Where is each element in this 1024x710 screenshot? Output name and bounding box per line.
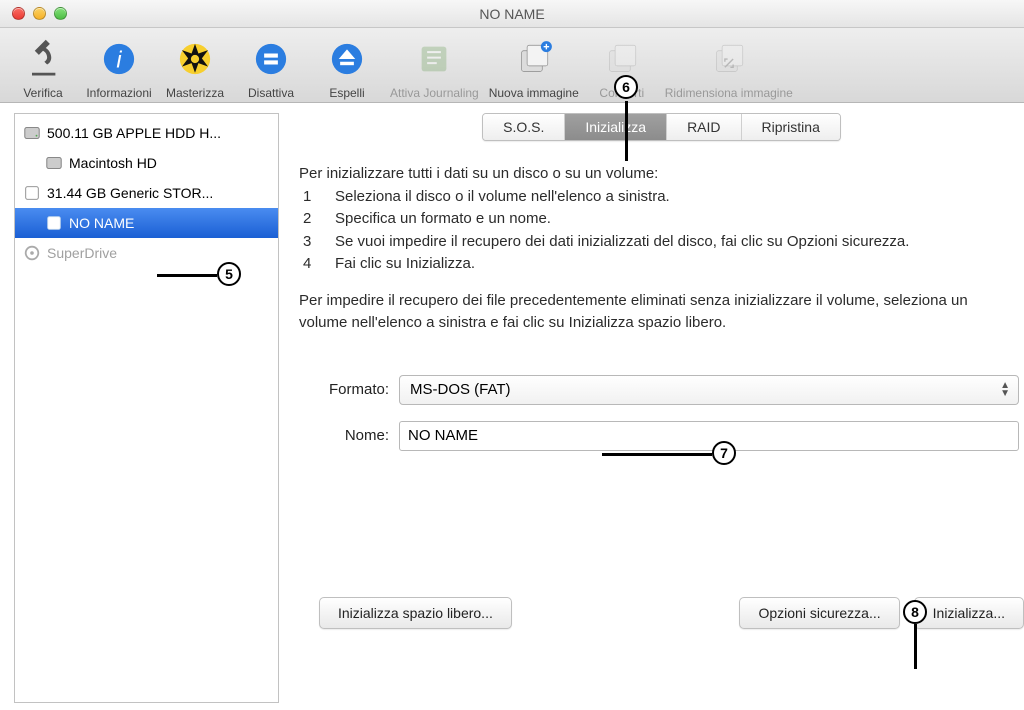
erase-free-space-button[interactable]: Inizializza spazio libero... (319, 597, 512, 629)
sidebar-item-label: 31.44 GB Generic STOR... (47, 185, 213, 201)
sidebar-item-label: NO NAME (69, 215, 134, 231)
external-drive-icon (23, 184, 41, 202)
tab-raid[interactable]: RAID (667, 114, 741, 140)
sidebar-item-label: Macintosh HD (69, 155, 157, 171)
burn-icon (170, 34, 220, 84)
sidebar-item-external[interactable]: 31.44 GB Generic STOR... (15, 178, 278, 208)
sidebar-item-no-name[interactable]: NO NAME (15, 208, 278, 238)
hdd-icon (45, 154, 63, 172)
annotation-5: 5 (217, 262, 241, 286)
instructions-text: Per inizializzare tutti i dati su un dis… (299, 163, 1024, 335)
hdd-icon (23, 124, 41, 142)
tab-restore[interactable]: Ripristina (742, 114, 840, 140)
chevron-updown-icon: ▲▼ (1000, 382, 1010, 398)
toolbar-resize-image: Ridimensiona immagine (665, 34, 793, 100)
titlebar: NO NAME (0, 0, 1024, 28)
toolbar-burn[interactable]: Masterizza (162, 34, 228, 100)
volume-icon (45, 214, 63, 232)
journal-icon (409, 34, 459, 84)
unmount-icon (246, 34, 296, 84)
toolbar-unmount[interactable]: Disattiva (238, 34, 304, 100)
svg-text:i: i (116, 46, 122, 72)
annotation-8: 8 (903, 600, 927, 624)
toolbar-label: Nuova immagine (489, 86, 579, 100)
toolbar-label: Masterizza (166, 86, 224, 100)
sidebar-item-disk[interactable]: 500.11 GB APPLE HDD H... (15, 118, 278, 148)
format-select[interactable]: MS-DOS (FAT) ▲▼ (399, 375, 1019, 405)
toolbar-verify[interactable]: Verifica (10, 34, 76, 100)
name-input[interactable] (399, 421, 1019, 451)
tab-bar: S.O.S. Inizializza RAID Ripristina (482, 113, 841, 141)
optical-drive-icon (23, 244, 41, 262)
toolbar: Verifica i Informazioni Masterizza Disat… (0, 28, 1024, 103)
annotation-7: 7 (712, 441, 736, 465)
instructions-note: Per impedire il recupero dei file preced… (299, 290, 1016, 335)
sidebar-item-superdrive: SuperDrive (15, 238, 278, 268)
toolbar-label: Disattiva (248, 86, 294, 100)
format-label: Formato: (299, 381, 389, 398)
format-value: MS-DOS (FAT) (410, 381, 511, 398)
erase-button[interactable]: Inizializza... (914, 597, 1024, 629)
toolbar-label: Ridimensiona immagine (665, 86, 793, 100)
device-sidebar: 500.11 GB APPLE HDD H... Macintosh HD 31… (14, 113, 279, 703)
eject-icon (322, 34, 372, 84)
info-icon: i (94, 34, 144, 84)
annotation-6: 6 (614, 75, 638, 99)
name-label: Nome: (299, 427, 389, 444)
new-image-icon (509, 34, 559, 84)
sidebar-item-volume[interactable]: Macintosh HD (15, 148, 278, 178)
toolbar-label: Verifica (23, 86, 62, 100)
toolbar-label: Attiva Journaling (390, 86, 479, 100)
sidebar-item-label: SuperDrive (47, 245, 117, 261)
sidebar-item-label: 500.11 GB APPLE HDD H... (47, 125, 221, 141)
toolbar-eject[interactable]: Espelli (314, 34, 380, 100)
toolbar-label: Espelli (329, 86, 364, 100)
toolbar-journaling: Attiva Journaling (390, 34, 479, 100)
instructions-intro: Per inizializzare tutti i dati su un dis… (299, 163, 1016, 186)
resize-icon (704, 34, 754, 84)
window-title: NO NAME (0, 6, 1024, 22)
tab-initialize[interactable]: Inizializza (565, 114, 667, 140)
toolbar-label: Informazioni (86, 86, 151, 100)
toolbar-new-image[interactable]: Nuova immagine (489, 34, 579, 100)
tab-sos[interactable]: S.O.S. (483, 114, 565, 140)
microscope-icon (18, 34, 68, 84)
toolbar-info[interactable]: i Informazioni (86, 34, 152, 100)
security-options-button[interactable]: Opzioni sicurezza... (739, 597, 899, 629)
